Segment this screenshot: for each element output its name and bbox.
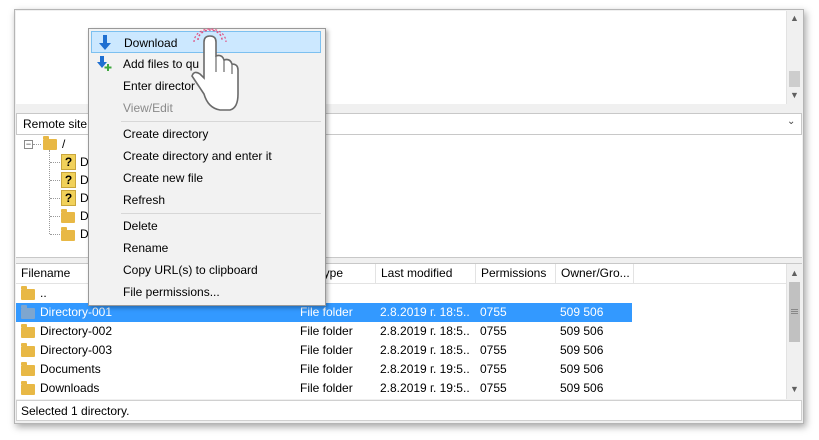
- folder-icon: [21, 305, 35, 319]
- file-name: Documents: [40, 362, 101, 376]
- menu-item-file-permissions[interactable]: File permissions...: [89, 281, 325, 303]
- tree-collapse-icon[interactable]: −: [24, 140, 33, 149]
- menu-label: Copy URL(s) to clipboard: [123, 263, 258, 277]
- status-bar: Selected 1 directory.: [16, 400, 802, 421]
- menu-label: Enter director: [123, 79, 196, 93]
- file-name: Directory-002: [40, 324, 113, 338]
- menu-label: Rename: [123, 241, 169, 255]
- log-scrollbar[interactable]: ▲ ▼: [786, 11, 802, 104]
- remote-site-label: Remote site:: [23, 117, 91, 131]
- file-type: File folder: [300, 324, 353, 338]
- scroll-down-icon[interactable]: ▼: [787, 382, 802, 397]
- file-type: File folder: [300, 381, 353, 395]
- file-modified: 2.8.2019 г. 19:5...: [380, 381, 470, 395]
- menu-label: Create directory and enter it: [123, 149, 272, 163]
- scroll-up-icon[interactable]: ▲: [787, 11, 802, 26]
- menu-item-rename[interactable]: Rename: [89, 237, 325, 259]
- folder-icon: [21, 381, 35, 395]
- status-text: Selected 1 directory.: [21, 404, 130, 418]
- file-permissions: 0755: [480, 305, 507, 319]
- add-to-queue-icon: [97, 56, 112, 71]
- folder-icon: [61, 227, 75, 241]
- download-arrow-icon: [99, 35, 111, 50]
- file-permissions: 0755: [480, 381, 507, 395]
- scroll-up-icon[interactable]: ▲: [787, 266, 802, 281]
- scroll-thumb[interactable]: [789, 71, 800, 87]
- menu-item-create-directory-enter[interactable]: Create directory and enter it: [89, 145, 325, 167]
- menu-separator: [121, 213, 321, 214]
- folder-icon: [21, 343, 35, 357]
- tree-root-label[interactable]: /: [62, 137, 65, 151]
- menu-label: Create directory: [123, 127, 209, 141]
- menu-item-delete[interactable]: Delete: [89, 215, 325, 237]
- folder-icon: [21, 324, 35, 338]
- table-row[interactable]: Directory-002 File folder 2.8.2019 г. 18…: [16, 322, 632, 341]
- unknown-folder-icon: ?: [61, 154, 76, 170]
- table-row[interactable]: Directory-003 File folder 2.8.2019 г. 18…: [16, 341, 632, 360]
- file-modified: 2.8.2019 г. 18:5...: [380, 343, 470, 357]
- table-row[interactable]: Documents File folder 2.8.2019 г. 19:5..…: [16, 360, 632, 379]
- menu-label: Refresh: [123, 193, 166, 207]
- pointing-hand-cursor-icon: [191, 28, 239, 111]
- file-name: Downloads: [40, 381, 100, 395]
- unknown-folder-icon: ?: [61, 172, 76, 188]
- column-permissions[interactable]: Permissions: [476, 264, 556, 283]
- column-owner-group[interactable]: Owner/Gro...: [556, 264, 634, 283]
- folder-icon: [21, 286, 35, 300]
- file-owner: 509 506: [560, 343, 604, 357]
- menu-item-create-directory[interactable]: Create directory: [89, 123, 325, 145]
- file-name: Directory-003: [40, 343, 113, 357]
- menu-label: Delete: [123, 219, 158, 233]
- file-permissions: 0755: [480, 343, 507, 357]
- column-last-modified[interactable]: Last modified: [376, 264, 476, 283]
- scroll-thumb[interactable]: [789, 282, 800, 342]
- file-owner: 509 506: [560, 381, 604, 395]
- menu-item-copy-url[interactable]: Copy URL(s) to clipboard: [89, 259, 325, 281]
- menu-label: Create new file: [123, 171, 204, 185]
- folder-icon: [21, 362, 35, 376]
- menu-separator: [121, 121, 321, 122]
- menu-label: File permissions...: [123, 285, 220, 299]
- unknown-folder-icon: ?: [61, 190, 76, 206]
- folder-icon: [43, 136, 57, 150]
- remote-site-dropdown-icon[interactable]: ⌄: [787, 116, 795, 127]
- file-permissions: 0755: [480, 362, 507, 376]
- menu-item-create-new-file[interactable]: Create new file: [89, 167, 325, 189]
- file-name: ..: [40, 286, 47, 300]
- table-row[interactable]: Downloads File folder 2.8.2019 г. 19:5..…: [16, 379, 632, 398]
- menu-label: View/Edit: [123, 101, 173, 115]
- file-type: File folder: [300, 362, 353, 376]
- scroll-down-icon[interactable]: ▼: [787, 88, 802, 103]
- file-modified: 2.8.2019 г. 18:5...: [380, 305, 470, 319]
- menu-item-refresh[interactable]: Refresh: [89, 189, 325, 211]
- file-list-scrollbar[interactable]: ▲ ▼: [786, 264, 802, 399]
- file-permissions: 0755: [480, 324, 507, 338]
- file-owner: 509 506: [560, 362, 604, 376]
- file-modified: 2.8.2019 г. 18:5...: [380, 324, 470, 338]
- folder-icon: [61, 209, 75, 223]
- menu-label: Download: [124, 36, 178, 50]
- file-type: File folder: [300, 343, 353, 357]
- file-owner: 509 506: [560, 305, 604, 319]
- file-owner: 509 506: [560, 324, 604, 338]
- file-modified: 2.8.2019 г. 19:5...: [380, 362, 470, 376]
